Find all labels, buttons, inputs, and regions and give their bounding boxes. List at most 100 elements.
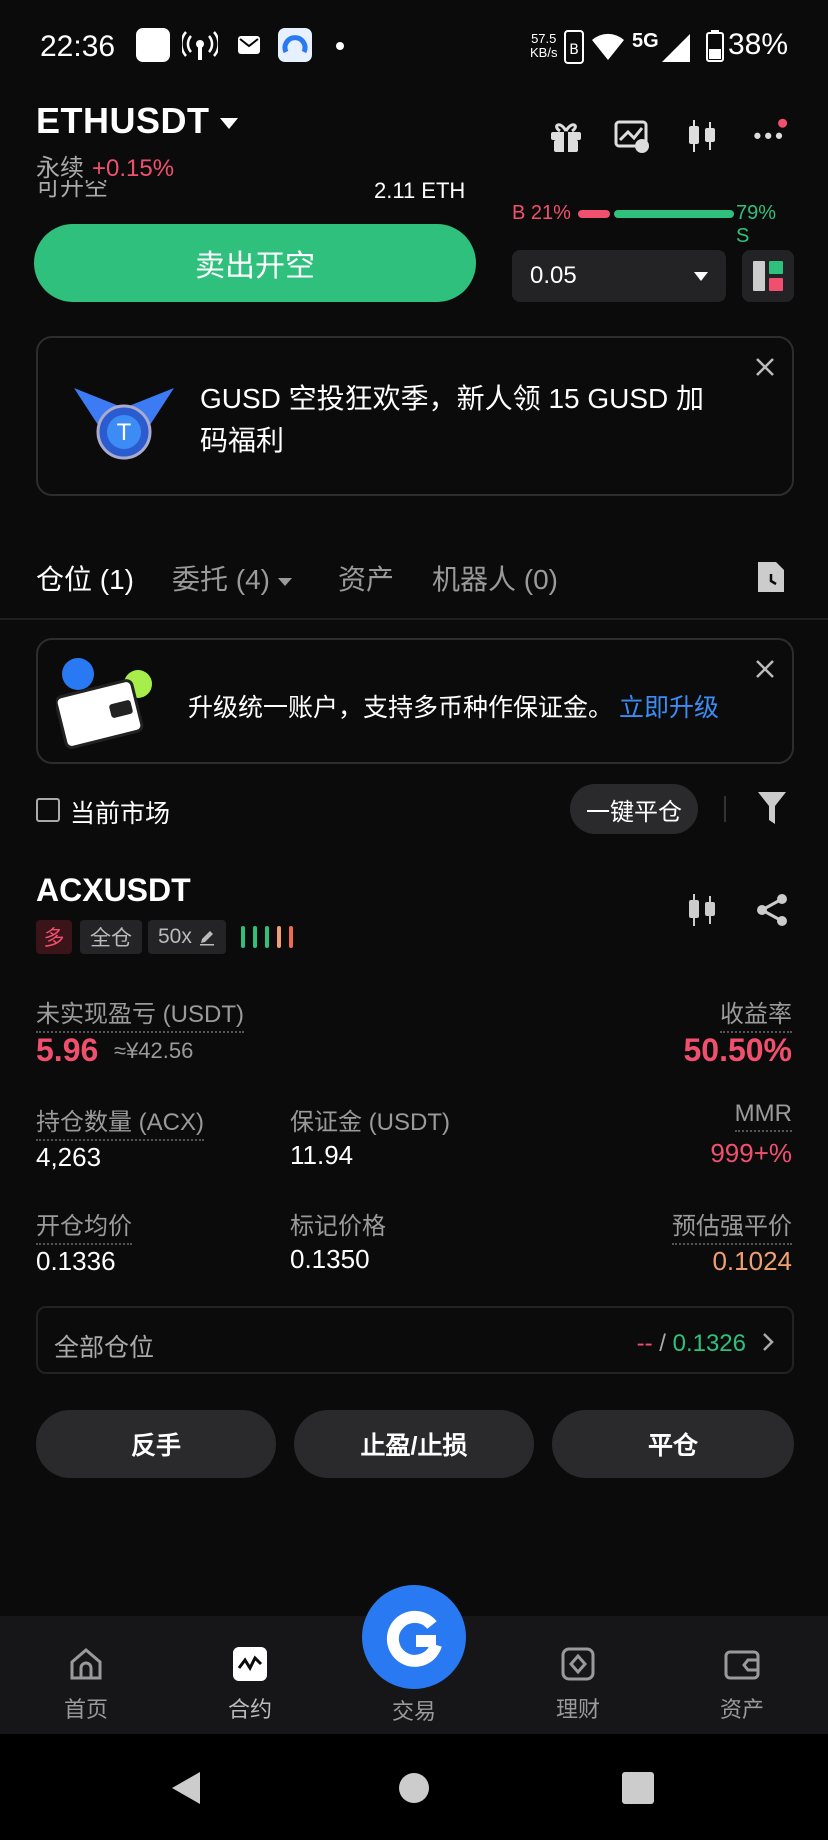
nav-assets-label: 资产 bbox=[719, 1697, 764, 1722]
futures-icon bbox=[233, 1647, 267, 1681]
nav-futures[interactable]: 合约 bbox=[200, 1646, 300, 1724]
leverage-value: 50x bbox=[158, 925, 192, 948]
unrealized-pnl-cny: ≈¥42.56 bbox=[114, 1038, 194, 1063]
all-positions-values: -- / 0.1326 bbox=[637, 1330, 746, 1358]
history-document-icon[interactable] bbox=[756, 560, 786, 594]
nav-home[interactable]: 首页 bbox=[36, 1646, 136, 1724]
promo-banner[interactable]: T GUSD 空投狂欢季，新人领 15 GUSD 加码福利 bbox=[36, 336, 794, 496]
margin-label: 保证金 (USDT) bbox=[290, 1109, 450, 1136]
trade-icon bbox=[386, 1610, 442, 1667]
nav-earn[interactable]: 理财 bbox=[528, 1646, 628, 1724]
trade-fab-button[interactable] bbox=[362, 1585, 466, 1689]
mark-price-label: 标记价格 bbox=[290, 1213, 386, 1240]
system-nav-bar bbox=[0, 1734, 828, 1840]
earn-icon bbox=[561, 1647, 595, 1681]
status-bar: 22:36 57.5 KB/s B 5G 38% bbox=[0, 0, 828, 96]
nav-trade[interactable]: 交易 bbox=[364, 1694, 464, 1726]
tab-bots[interactable]: 机器人 (0) bbox=[432, 558, 558, 598]
promo-text: GUSD 空投狂欢季，新人领 15 GUSD 加码福利 bbox=[200, 383, 705, 456]
chevron-right-icon bbox=[763, 1333, 774, 1351]
home-circle-icon[interactable] bbox=[398, 1772, 430, 1804]
dropdown-caret-icon bbox=[219, 117, 238, 129]
contract-info: 永续 +0.15% bbox=[36, 148, 174, 183]
sell-ratio-bar bbox=[614, 210, 734, 218]
tab-orders-label: 委托 (4) bbox=[172, 564, 271, 595]
chart-settings-icon[interactable] bbox=[614, 118, 650, 154]
margin-value: 11.94 bbox=[290, 1140, 354, 1170]
buy-sell-ratio: B 21% 79% S bbox=[512, 202, 794, 247]
amount-select[interactable]: 0.05 bbox=[512, 250, 726, 302]
tabs-divider bbox=[0, 618, 828, 620]
roe-value: 50.50% bbox=[683, 1032, 792, 1068]
liquidation-price-value: 0.1024 bbox=[712, 1246, 792, 1276]
mmr-value: 999+% bbox=[710, 1138, 792, 1168]
nav-home-label: 首页 bbox=[63, 1697, 108, 1722]
wallet-illustration-icon bbox=[56, 658, 152, 749]
sim-icon: B bbox=[564, 30, 584, 64]
quantity-label: 持仓数量 (ACX) bbox=[36, 1102, 204, 1141]
hotspot-icon bbox=[182, 31, 218, 60]
current-market-checkbox[interactable] bbox=[36, 798, 60, 822]
candlestick-icon[interactable] bbox=[684, 892, 720, 928]
svg-text:B: B bbox=[569, 42, 579, 58]
battery-icon bbox=[706, 30, 724, 62]
entry-price-value: 0.1336 bbox=[36, 1246, 116, 1276]
pair-selector[interactable]: ETHUSDT bbox=[36, 100, 238, 142]
signal-icon bbox=[662, 34, 690, 62]
gift-coin-icon: T bbox=[74, 388, 174, 460]
mark-price-value: 0.1350 bbox=[290, 1244, 370, 1274]
layout-toggle-button[interactable] bbox=[742, 250, 794, 302]
leverage-badge[interactable]: 50x bbox=[148, 920, 226, 954]
notification-dot bbox=[336, 42, 344, 50]
all-positions-left: -- bbox=[636, 1330, 653, 1357]
svg-text:T: T bbox=[116, 421, 131, 446]
upgrade-link[interactable]: 立即升级 bbox=[619, 694, 719, 722]
roe-label: 收益率 bbox=[720, 994, 792, 1033]
filter-icon[interactable] bbox=[758, 792, 786, 824]
reverse-button[interactable]: 反手 bbox=[36, 1410, 276, 1478]
amount-value: 0.05 bbox=[530, 262, 577, 289]
sell-open-short-button[interactable]: 卖出开空 bbox=[34, 224, 476, 302]
contract-type: 永续 bbox=[36, 155, 84, 182]
close-icon[interactable] bbox=[754, 356, 776, 378]
back-icon[interactable] bbox=[170, 1770, 202, 1806]
all-positions-row[interactable]: 全部仓位 -- / 0.1326 bbox=[36, 1306, 794, 1374]
tab-orders[interactable]: 委托 (4) bbox=[172, 558, 293, 598]
unrealized-pnl-label: 未实现盈亏 (USDT) bbox=[36, 994, 244, 1033]
recents-icon[interactable] bbox=[622, 1772, 654, 1804]
close-all-button[interactable]: 一键平仓 bbox=[570, 784, 698, 834]
net-speed: 57.5 KB/s bbox=[530, 31, 558, 60]
unrealized-pnl-value: 5.96 bbox=[36, 1032, 99, 1068]
nav-trade-label: 交易 bbox=[391, 1699, 436, 1724]
upgrade-text: 升级统一账户，支持多币种作保证金。 立即升级 bbox=[188, 688, 719, 724]
candlestick-icon[interactable] bbox=[684, 118, 720, 154]
buy-ratio-bar bbox=[578, 210, 610, 218]
upgrade-message: 升级统一账户，支持多币种作保证金。 bbox=[188, 694, 614, 722]
qq-app-icon bbox=[278, 28, 312, 62]
mmr-label: MMR bbox=[734, 1100, 792, 1132]
nav-assets[interactable]: 资产 bbox=[692, 1646, 792, 1724]
more-icon[interactable] bbox=[752, 116, 788, 152]
wallet-icon bbox=[724, 1650, 760, 1680]
available-label: 可开空 bbox=[36, 180, 108, 201]
tab-positions[interactable]: 仓位 (1) bbox=[36, 558, 134, 598]
all-positions-sep: / bbox=[652, 1330, 673, 1357]
position-symbol[interactable]: ACXUSDT bbox=[36, 872, 191, 909]
pair-name: ETHUSDT bbox=[36, 100, 210, 141]
tpsl-button[interactable]: 止盈/止损 bbox=[294, 1410, 534, 1478]
gift-icon[interactable] bbox=[548, 118, 584, 154]
close-icon[interactable] bbox=[754, 658, 776, 680]
edit-icon bbox=[199, 931, 214, 946]
home-icon bbox=[70, 1648, 102, 1680]
upgrade-banner[interactable]: 升级统一账户，支持多币种作保证金。 立即升级 bbox=[36, 638, 794, 764]
share-icon[interactable] bbox=[754, 892, 790, 928]
side-badge: 多 bbox=[36, 920, 72, 954]
buy-ratio: B 21% bbox=[512, 202, 571, 224]
position-tabs: 仓位 (1) 委托 (4) 资产 机器人 (0) bbox=[0, 552, 828, 620]
nav-earn-label: 理财 bbox=[555, 1697, 600, 1722]
layout-icon bbox=[753, 261, 783, 291]
margin-mode-badge: 全仓 bbox=[80, 920, 142, 954]
all-positions-right: 0.1326 bbox=[672, 1330, 746, 1357]
close-position-button[interactable]: 平仓 bbox=[552, 1410, 794, 1478]
tab-assets[interactable]: 资产 bbox=[338, 558, 394, 598]
